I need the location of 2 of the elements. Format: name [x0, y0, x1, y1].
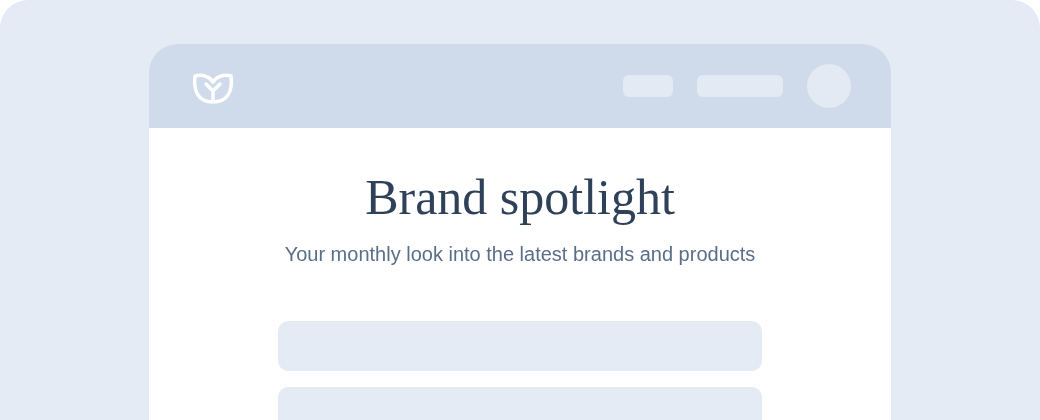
subtitle: Your monthly look into the latest brands and products: [284, 242, 756, 267]
page-title: Brand spotlight: [365, 170, 675, 225]
